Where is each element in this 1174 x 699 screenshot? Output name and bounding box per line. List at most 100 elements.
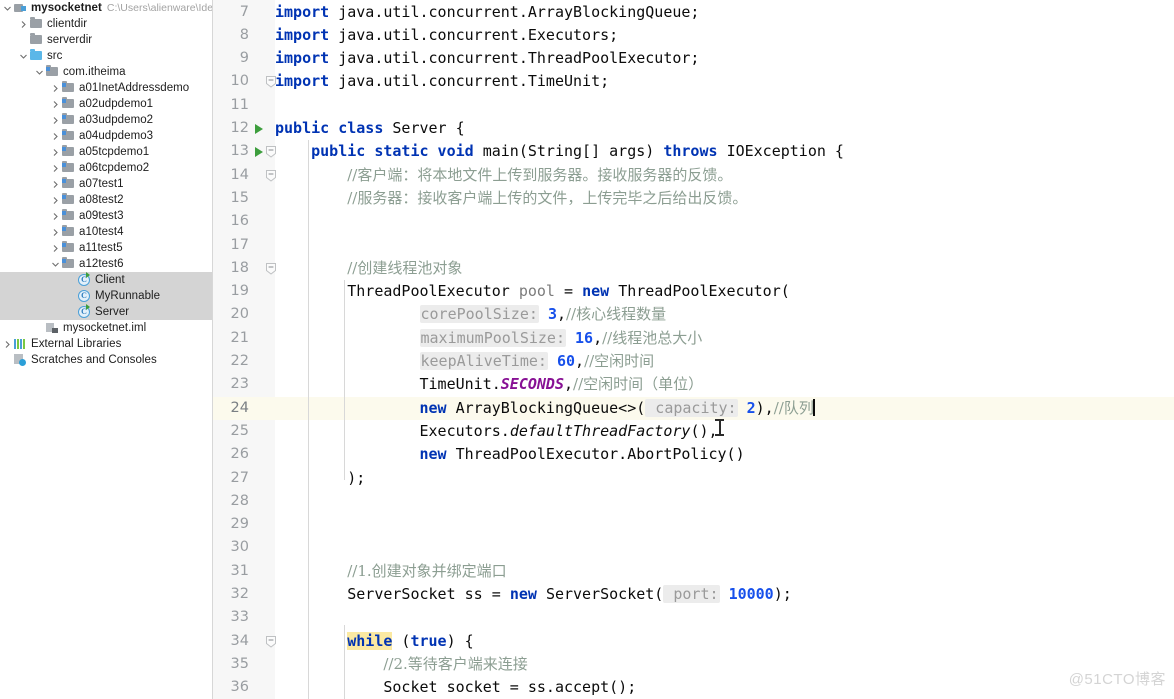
code-line[interactable]: 36 Socket socket = ss.accept(); xyxy=(213,676,1174,699)
tree-item-a07test1[interactable]: a07test1 xyxy=(0,176,212,192)
code-text[interactable]: ThreadPoolExecutor pool = new ThreadPool… xyxy=(275,280,790,303)
chevron-down-icon[interactable] xyxy=(18,53,29,60)
code-text[interactable]: //服务器：接收客户端上传的文件，上传完毕之后给出反馈。 xyxy=(275,187,747,210)
code-text[interactable]: ); xyxy=(275,467,365,490)
code-line[interactable]: 33 xyxy=(213,606,1174,629)
code-text[interactable]: public class Server { xyxy=(275,117,465,140)
code-line[interactable]: 22 keepAliveTime: 60,//空闲时间 xyxy=(213,350,1174,373)
tree-item-a08test2[interactable]: a08test2 xyxy=(0,192,212,208)
code-text[interactable]: //创建线程池对象 xyxy=(275,257,462,280)
tree-item-a05tcpdemo1[interactable]: a05tcpdemo1 xyxy=(0,144,212,160)
code-line[interactable]: 7 import java.util.concurrent.ArrayBlocki… xyxy=(213,1,1174,24)
code-line[interactable]: 26 new ThreadPoolExecutor.AbortPolicy() xyxy=(213,443,1174,466)
chevron-right-icon[interactable] xyxy=(50,196,61,204)
tree-item-src[interactable]: src xyxy=(0,48,212,64)
code-text[interactable]: Executors.defaultThreadFactory(), xyxy=(275,420,727,443)
chevron-right-icon[interactable] xyxy=(50,116,61,124)
code-text[interactable]: ServerSocket ss = new ServerSocket( port… xyxy=(275,583,792,606)
code-text[interactable]: new ThreadPoolExecutor.AbortPolicy() xyxy=(275,443,745,466)
code-text[interactable]: //客户端：将本地文件上传到服务器。接收服务器的反馈。 xyxy=(275,164,732,187)
code-line[interactable]: 10 import java.util.concurrent.TimeUnit; xyxy=(213,70,1174,93)
tree-item-a06tcpdemo2[interactable]: a06tcpdemo2 xyxy=(0,160,212,176)
code-line[interactable]: 25 Executors.defaultThreadFactory(), xyxy=(213,420,1174,443)
tree-item-server[interactable]: C Server xyxy=(0,304,212,320)
code-text[interactable]: new ArrayBlockingQueue<>( capacity: 2),/… xyxy=(275,397,815,420)
tree-item-a09test3[interactable]: a09test3 xyxy=(0,208,212,224)
chevron-right-icon[interactable] xyxy=(50,228,61,236)
code-text[interactable]: TimeUnit.SECONDS,//空闲时间（单位） xyxy=(275,373,704,396)
code-text[interactable]: //2.等待客户端来连接 xyxy=(275,653,527,676)
code-line[interactable]: 20 corePoolSize: 3,//核心线程数量 xyxy=(213,303,1174,326)
chevron-right-icon[interactable] xyxy=(50,164,61,172)
code-line[interactable]: 34 while (true) { xyxy=(213,630,1174,653)
code-editor[interactable]: 7 import java.util.concurrent.ArrayBlocki… xyxy=(213,0,1174,699)
chevron-right-icon[interactable] xyxy=(2,340,13,348)
tree-item-a04udpdemo3[interactable]: a04udpdemo3 xyxy=(0,128,212,144)
tree-item-a11test5[interactable]: a11test5 xyxy=(0,240,212,256)
tree-item-serverdir[interactable]: serverdir xyxy=(0,32,212,48)
run-gutter-icon[interactable] xyxy=(255,124,263,134)
code-text[interactable]: Socket socket = ss.accept(); xyxy=(275,676,636,699)
code-text[interactable]: //1.创建对象并绑定端口 xyxy=(275,560,506,583)
code-line[interactable]: 13 public static void main(String[] args… xyxy=(213,140,1174,163)
chevron-down-icon[interactable] xyxy=(2,5,13,12)
chevron-down-icon[interactable] xyxy=(34,69,45,76)
tree-item-client[interactable]: C Client xyxy=(0,272,212,288)
code-text[interactable]: import java.util.concurrent.ThreadPoolEx… xyxy=(275,47,699,70)
project-tool-window[interactable]: mysocketnet C:\Users\alienware\Ideal clien… xyxy=(0,0,213,699)
code-line[interactable]: 35 //2.等待客户端来连接 xyxy=(213,653,1174,676)
tree-item-a01inetaddressdemo[interactable]: a01InetAddressdemo xyxy=(0,80,212,96)
code-line[interactable]: 11 xyxy=(213,94,1174,117)
code-text[interactable]: import java.util.concurrent.TimeUnit; xyxy=(275,70,609,93)
code-line[interactable]: 17 xyxy=(213,234,1174,257)
code-line[interactable]: 14 //客户端：将本地文件上传到服务器。接收服务器的反馈。 xyxy=(213,164,1174,187)
code-text[interactable]: corePoolSize: 3,//核心线程数量 xyxy=(275,303,666,326)
tree-item-myrunnable[interactable]: C MyRunnable xyxy=(0,288,212,304)
code-line[interactable]: 27 ); xyxy=(213,467,1174,490)
code-text[interactable]: keepAliveTime: 60,//空闲时间 xyxy=(275,350,654,373)
project-tree[interactable]: mysocketnet C:\Users\alienware\Ideal clien… xyxy=(0,0,212,368)
code-token: defaultThreadFactory xyxy=(509,421,691,440)
chevron-right-icon[interactable] xyxy=(50,212,61,220)
code-line[interactable]: 24 new ArrayBlockingQueue<>( capacity: 2… xyxy=(213,396,1174,420)
chevron-right-icon[interactable] xyxy=(50,84,61,92)
chevron-right-icon[interactable] xyxy=(50,100,61,108)
tree-item-a03udpdemo2[interactable]: a03udpdemo2 xyxy=(0,112,212,128)
run-gutter-icon[interactable] xyxy=(255,147,263,158)
chevron-right-icon[interactable] xyxy=(50,180,61,188)
code-line[interactable]: 21 maximumPoolSize: 16,//线程池总大小 xyxy=(213,327,1174,350)
code-line[interactable]: 19 ThreadPoolExecutor pool = new ThreadP… xyxy=(213,280,1174,303)
chevron-right-icon[interactable] xyxy=(50,132,61,140)
folder-icon xyxy=(29,16,44,32)
code-line[interactable]: 28 xyxy=(213,490,1174,513)
chevron-down-icon[interactable] xyxy=(50,261,61,268)
tree-item-a02udpdemo1[interactable]: a02udpdemo1 xyxy=(0,96,212,112)
code-line[interactable]: 9 import java.util.concurrent.ThreadPoolE… xyxy=(213,47,1174,70)
tree-item-external-libraries[interactable]: External Libraries xyxy=(0,336,212,352)
chevron-right-icon[interactable] xyxy=(50,244,61,252)
chevron-right-icon[interactable] xyxy=(18,20,29,28)
tree-item-mysocketnet-iml[interactable]: mysocketnet.iml xyxy=(0,320,212,336)
tree-item-scratches-and-consoles[interactable]: Scratches and Consoles xyxy=(0,352,212,368)
tree-item-com-itheima[interactable]: com.itheima xyxy=(0,64,212,80)
tree-item-clientdir[interactable]: clientdir xyxy=(0,16,212,32)
code-text[interactable]: import java.util.concurrent.Executors; xyxy=(275,24,618,47)
code-text[interactable]: while (true) { xyxy=(275,630,474,653)
code-line[interactable]: 23 TimeUnit.SECONDS,//空闲时间（单位） xyxy=(213,373,1174,396)
tree-item-project-root[interactable]: mysocketnet C:\Users\alienware\Ideal xyxy=(0,0,212,16)
code-line[interactable]: 30 xyxy=(213,536,1174,559)
code-line[interactable]: 16 xyxy=(213,210,1174,233)
code-line[interactable]: 8 import java.util.concurrent.Executors; xyxy=(213,24,1174,47)
code-line[interactable]: 31 //1.创建对象并绑定端口 xyxy=(213,560,1174,583)
code-text[interactable]: import java.util.concurrent.ArrayBlockin… xyxy=(275,1,699,24)
code-line[interactable]: 12 public class Server { xyxy=(213,117,1174,140)
code-text[interactable]: public static void main(String[] args) t… xyxy=(275,140,844,163)
code-line[interactable]: 18 //创建线程池对象 xyxy=(213,257,1174,280)
code-line[interactable]: 15 //服务器：接收客户端上传的文件，上传完毕之后给出反馈。 xyxy=(213,187,1174,210)
tree-item-a10test4[interactable]: a10test4 xyxy=(0,224,212,240)
code-line[interactable]: 32 ServerSocket ss = new ServerSocket( p… xyxy=(213,583,1174,606)
code-line[interactable]: 29 xyxy=(213,513,1174,536)
chevron-right-icon[interactable] xyxy=(50,148,61,156)
code-text[interactable]: maximumPoolSize: 16,//线程池总大小 xyxy=(275,327,702,350)
tree-item-a12test6[interactable]: a12test6 xyxy=(0,256,212,272)
